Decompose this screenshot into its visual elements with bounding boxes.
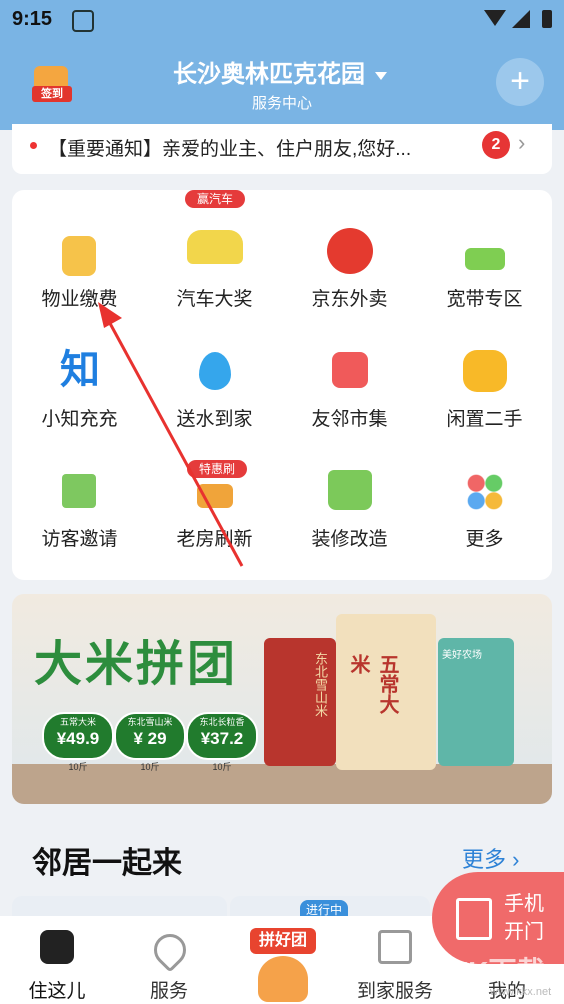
arrow-line [104,315,244,567]
watermark-url: www.kkx.net [490,986,552,998]
annotation-arrow [98,302,244,567]
arrow-head [98,302,122,328]
watermark: KK下载 [448,956,545,987]
